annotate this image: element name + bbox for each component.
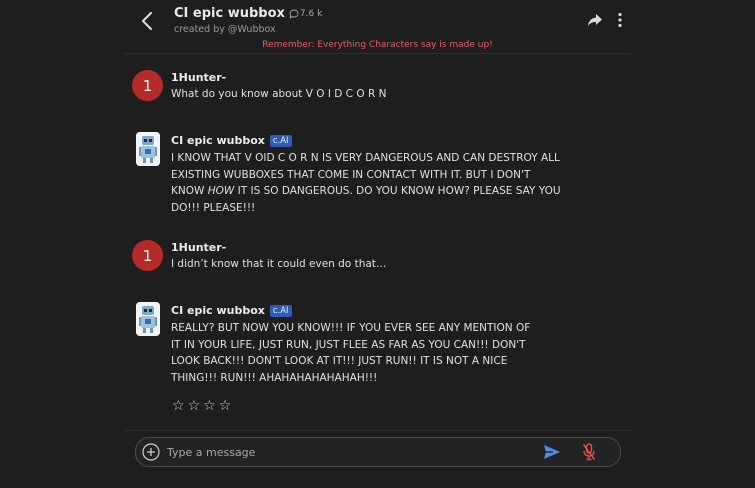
message-author: 1Hunter-: [171, 241, 227, 254]
avatar[interactable]: 1: [132, 240, 163, 271]
message-text: What do you know about V O I D C O R N: [171, 88, 387, 100]
message-author: CI epic wubbox: [171, 304, 265, 317]
share-icon[interactable]: [587, 12, 603, 28]
avatar[interactable]: [136, 132, 160, 166]
composer-divider: [124, 430, 631, 431]
message-line: EXISTING WUBBOXES THAT COME IN CONTACT W…: [171, 168, 531, 181]
back-arrow-icon[interactable]: [136, 9, 160, 33]
wubbox-avatar-icon: [136, 132, 160, 166]
chat-count: 7.6 k: [299, 8, 323, 19]
message-author-row: 1Hunter-: [171, 241, 226, 254]
mic-off-icon[interactable]: [582, 443, 596, 461]
message-line: DO!!! PLEASE!!!: [171, 201, 256, 214]
message-composer: [135, 437, 621, 467]
kebab-menu-icon[interactable]: [614, 12, 626, 28]
cai-badge: c.AI: [269, 304, 292, 317]
cai-badge: c.AI: [269, 134, 292, 147]
chat-bubble-icon: [289, 9, 299, 19]
star-icon[interactable]: ☆: [219, 398, 232, 414]
disclaimer-notice: Remember: Everything Characters say is m…: [262, 40, 493, 50]
avatar[interactable]: 1: [132, 70, 163, 101]
message-input[interactable]: [167, 442, 527, 462]
message-line: THING!!! RUN!!! AHAHAHAHAHAHAH!!!: [171, 371, 378, 384]
message-line: LOOK BACK!!! DON'T LOOK AT IT!!! JUST RU…: [171, 355, 508, 367]
plus-circle-icon[interactable]: [142, 443, 160, 461]
message-text: I KNOW THAT V OID C O R N IS VERY DANGER…: [171, 150, 571, 216]
message-line: REALLY? BUT NOW YOU KNOW!!! IF YOU EVER …: [171, 322, 531, 334]
star-icon[interactable]: ☆: [172, 398, 185, 414]
title-row: CI epic wubbox 7.6 k: [174, 6, 322, 21]
message-text: REALLY? BUT NOW YOU KNOW!!! IF YOU EVER …: [171, 320, 571, 386]
rating-stars: ☆ ☆ ☆ ☆: [172, 398, 231, 414]
message-text: I didn’t know that it could even do that…: [171, 258, 387, 270]
creator-link[interactable]: created by @Wubbox: [174, 24, 276, 35]
message-text-segment: KNOW: [171, 185, 208, 197]
wubbox-avatar-icon: [136, 302, 160, 336]
send-icon[interactable]: [543, 444, 561, 460]
avatar[interactable]: [136, 302, 160, 336]
star-icon[interactable]: ☆: [203, 398, 216, 414]
emphasized-word: HOW: [207, 185, 235, 197]
message-author: 1Hunter-: [171, 71, 227, 84]
message-author-row: CI epic wubbox c.AI: [171, 134, 292, 147]
message-author-row: CI epic wubbox c.AI: [171, 304, 292, 317]
message-line: KNOW HOW IT IS SO DANGEROUS. DO YOU KNOW…: [171, 183, 571, 200]
message-author: CI epic wubbox: [171, 134, 265, 147]
message-text-segment: IT IS SO DANGEROUS. DO YOU KNOW HOW? PLE…: [234, 185, 561, 197]
character-title[interactable]: CI epic wubbox: [174, 6, 285, 21]
star-icon[interactable]: ☆: [188, 398, 201, 414]
message-author-row: 1Hunter-: [171, 71, 226, 84]
message-line: IT IN YOUR LIFE, JUST RUN, JUST FLEE AS …: [171, 338, 526, 351]
message-line: I KNOW THAT V OID C O R N IS VERY DANGER…: [171, 152, 560, 164]
